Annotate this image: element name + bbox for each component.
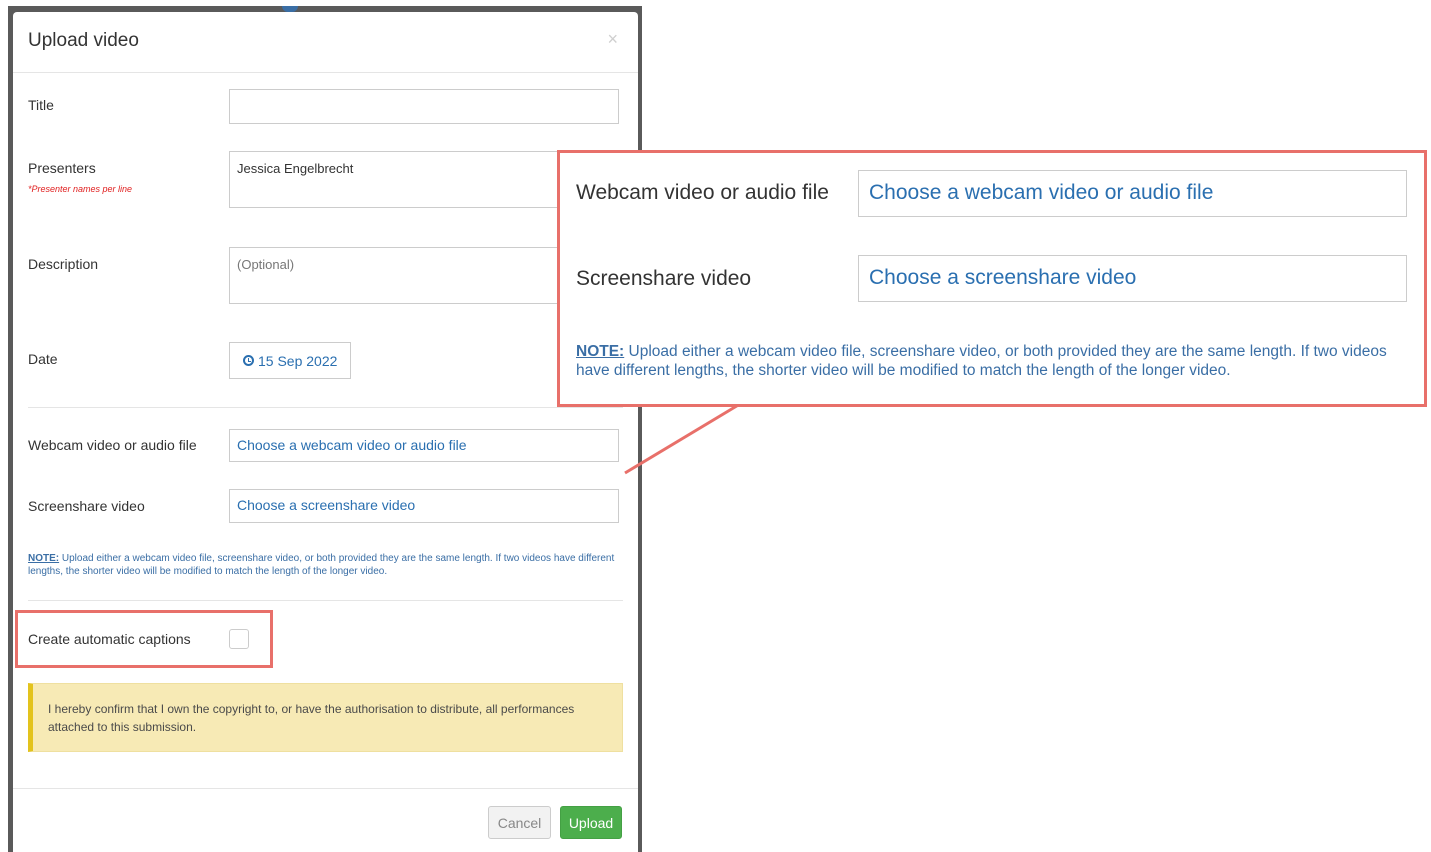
modal-footer-divider xyxy=(13,788,638,789)
screenshare-file-button[interactable]: Choose a screenshare video xyxy=(229,489,619,523)
upload-button[interactable]: Upload xyxy=(560,806,622,839)
callout-webcam-button[interactable]: Choose a webcam video or audio file xyxy=(858,170,1407,217)
screenshare-label: Screenshare video xyxy=(28,498,145,514)
note-text: Upload either a webcam video file, scree… xyxy=(28,553,615,577)
presenters-label: Presenters xyxy=(28,160,96,176)
webcam-file-button[interactable]: Choose a webcam video or audio file xyxy=(229,429,619,462)
stage: Upload video × Title Presenters *Present… xyxy=(0,0,1431,852)
presenters-hint: *Presenter names per line xyxy=(28,184,133,194)
date-label: Date xyxy=(28,351,58,367)
callout-webcam-label: Webcam video or audio file xyxy=(576,181,829,204)
clock-icon xyxy=(243,355,254,366)
cancel-button[interactable]: Cancel xyxy=(488,806,551,839)
callout-note-label: NOTE: xyxy=(576,343,625,360)
callout-screenshare-button[interactable]: Choose a screenshare video xyxy=(858,255,1407,302)
captions-highlight-box xyxy=(15,610,273,668)
title-input[interactable] xyxy=(229,89,619,124)
modal-header: Upload video × xyxy=(13,12,638,73)
description-label: Description xyxy=(28,256,99,272)
note-label: NOTE: xyxy=(28,553,60,564)
divider xyxy=(28,600,623,601)
callout-note: NOTE: Upload either a webcam video file,… xyxy=(576,342,1416,380)
copyright-alert: I hereby confirm that I own the copyrigh… xyxy=(28,683,623,752)
webcam-label: Webcam video or audio file xyxy=(28,437,197,453)
callout-screenshare-label: Screenshare video xyxy=(576,267,752,290)
divider xyxy=(28,407,623,408)
zoom-callout: Webcam video or audio file Choose a webc… xyxy=(557,150,1427,407)
callout-note-text: Upload either a webcam video file, scree… xyxy=(576,343,1387,379)
upload-video-modal: Upload video × Title Presenters *Present… xyxy=(13,12,638,852)
upload-note: NOTE: Upload either a webcam video file,… xyxy=(28,552,623,578)
close-icon[interactable]: × xyxy=(607,29,618,50)
date-picker-button[interactable]: 15 Sep 2022 xyxy=(229,342,351,379)
date-value: 15 Sep 2022 xyxy=(258,352,338,369)
modal-title: Upload video xyxy=(28,30,139,51)
title-label: Title xyxy=(28,97,54,113)
